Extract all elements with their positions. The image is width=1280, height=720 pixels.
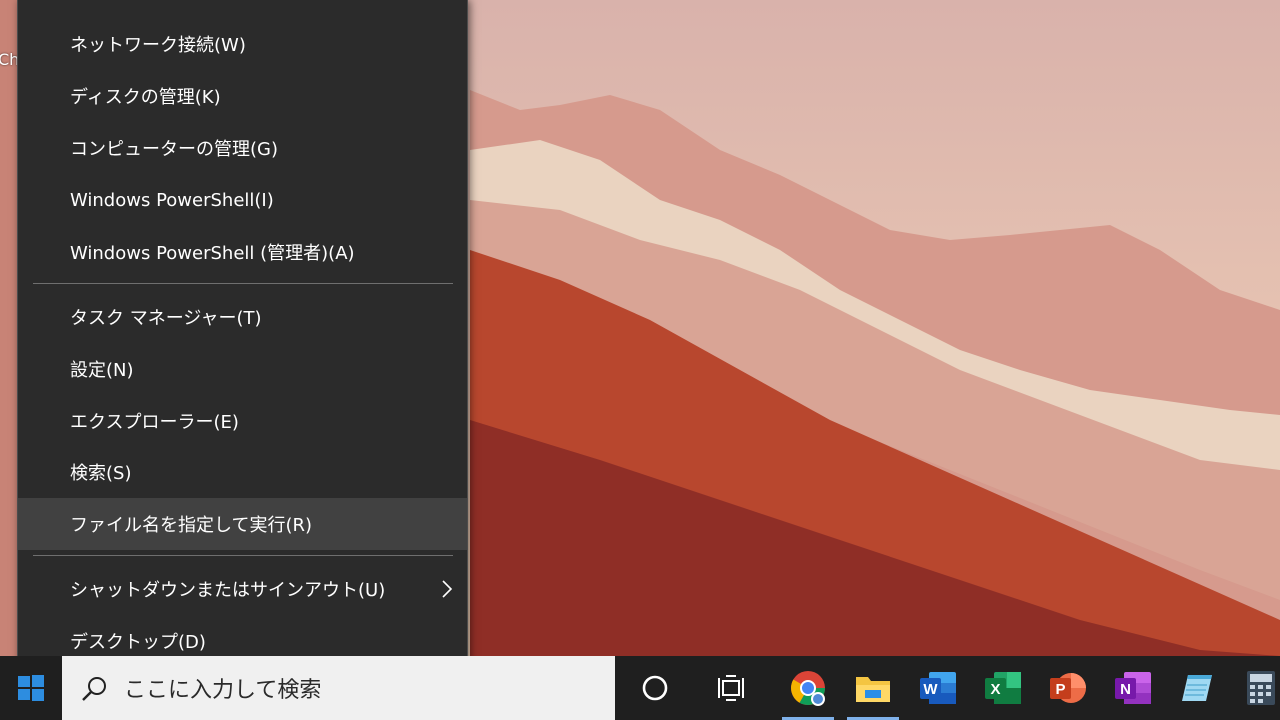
menu-separator bbox=[33, 283, 453, 284]
taskbar-app-chrome[interactable] bbox=[778, 656, 838, 720]
quick-link-menu: ネットワーク接続(W) ディスクの管理(K) コンピューターの管理(G) Win… bbox=[17, 0, 468, 677]
menu-item-label: 設定(N) bbox=[70, 360, 134, 381]
windows-start-icon bbox=[18, 675, 44, 701]
menu-item-explorer[interactable]: エクスプローラー(E) bbox=[18, 395, 467, 447]
task-view-icon bbox=[718, 675, 744, 701]
menu-item-label: タスク マネージャー(T) bbox=[70, 308, 262, 329]
menu-separator bbox=[33, 555, 453, 556]
menu-item-task-manager[interactable]: タスク マネージャー(T) bbox=[18, 291, 467, 343]
svg-text:X: X bbox=[990, 681, 1000, 698]
menu-item-label: Windows PowerShell(I) bbox=[70, 189, 274, 211]
taskbar-search-box[interactable]: ここに入力して検索 bbox=[62, 656, 615, 720]
start-button[interactable] bbox=[0, 656, 62, 720]
menu-item-run[interactable]: ファイル名を指定して実行(R) bbox=[18, 498, 467, 550]
menu-item-label: コンピューターの管理(G) bbox=[70, 139, 278, 160]
menu-item-label: ディスクの管理(K) bbox=[70, 87, 221, 108]
notepad-icon bbox=[1182, 675, 1212, 701]
calculator-icon bbox=[1247, 671, 1275, 705]
search-placeholder: ここに入力して検索 bbox=[124, 678, 322, 703]
file-explorer-icon bbox=[856, 677, 890, 702]
menu-item-powershell-admin[interactable]: Windows PowerShell (管理者)(A) bbox=[18, 226, 467, 278]
menu-item-network-connections[interactable]: ネットワーク接続(W) bbox=[18, 18, 467, 70]
menu-item-disk-management[interactable]: ディスクの管理(K) bbox=[18, 70, 467, 122]
menu-item-powershell[interactable]: Windows PowerShell(I) bbox=[18, 174, 467, 226]
svg-text:P: P bbox=[1055, 681, 1065, 698]
task-view-button[interactable] bbox=[702, 656, 762, 720]
menu-item-label: Windows PowerShell (管理者)(A) bbox=[70, 243, 355, 264]
menu-item-label: エクスプローラー(E) bbox=[70, 412, 239, 433]
taskbar-app-excel[interactable]: X bbox=[973, 656, 1033, 720]
taskbar-app-word[interactable]: W bbox=[908, 656, 968, 720]
chevron-right-icon bbox=[442, 580, 453, 598]
cortana-icon bbox=[642, 675, 668, 701]
menu-item-label: ネットワーク接続(W) bbox=[70, 35, 246, 56]
menu-item-search[interactable]: 検索(S) bbox=[18, 446, 467, 498]
taskbar-app-calculator[interactable] bbox=[1236, 656, 1280, 720]
menu-item-label: 検索(S) bbox=[70, 463, 132, 484]
word-icon: W bbox=[920, 672, 956, 704]
taskbar: ここに入力して検索 W X P N bbox=[0, 656, 1280, 720]
menu-item-label: ファイル名を指定して実行(R) bbox=[70, 515, 313, 536]
taskbar-app-powerpoint[interactable]: P bbox=[1038, 656, 1098, 720]
menu-item-label: シャットダウンまたはサインアウト(U) bbox=[70, 580, 386, 601]
cortana-button[interactable] bbox=[625, 656, 685, 720]
powerpoint-icon: P bbox=[1050, 673, 1086, 703]
excel-icon: X bbox=[985, 672, 1021, 704]
menu-item-settings[interactable]: 設定(N) bbox=[18, 343, 467, 395]
taskbar-app-file-explorer[interactable] bbox=[843, 656, 903, 720]
taskbar-app-notepad[interactable] bbox=[1168, 656, 1228, 720]
menu-item-computer-management[interactable]: コンピューターの管理(G) bbox=[18, 122, 467, 174]
chrome-icon bbox=[791, 671, 825, 706]
taskbar-app-onenote[interactable]: N bbox=[1103, 656, 1163, 720]
svg-text:N: N bbox=[1120, 681, 1131, 698]
menu-item-shutdown-signout[interactable]: シャットダウンまたはサインアウト(U) bbox=[18, 563, 467, 615]
menu-item-label: デスクトップ(D) bbox=[70, 632, 206, 653]
svg-text:W: W bbox=[923, 681, 938, 698]
search-icon bbox=[82, 677, 106, 701]
onenote-icon: N bbox=[1115, 672, 1151, 704]
